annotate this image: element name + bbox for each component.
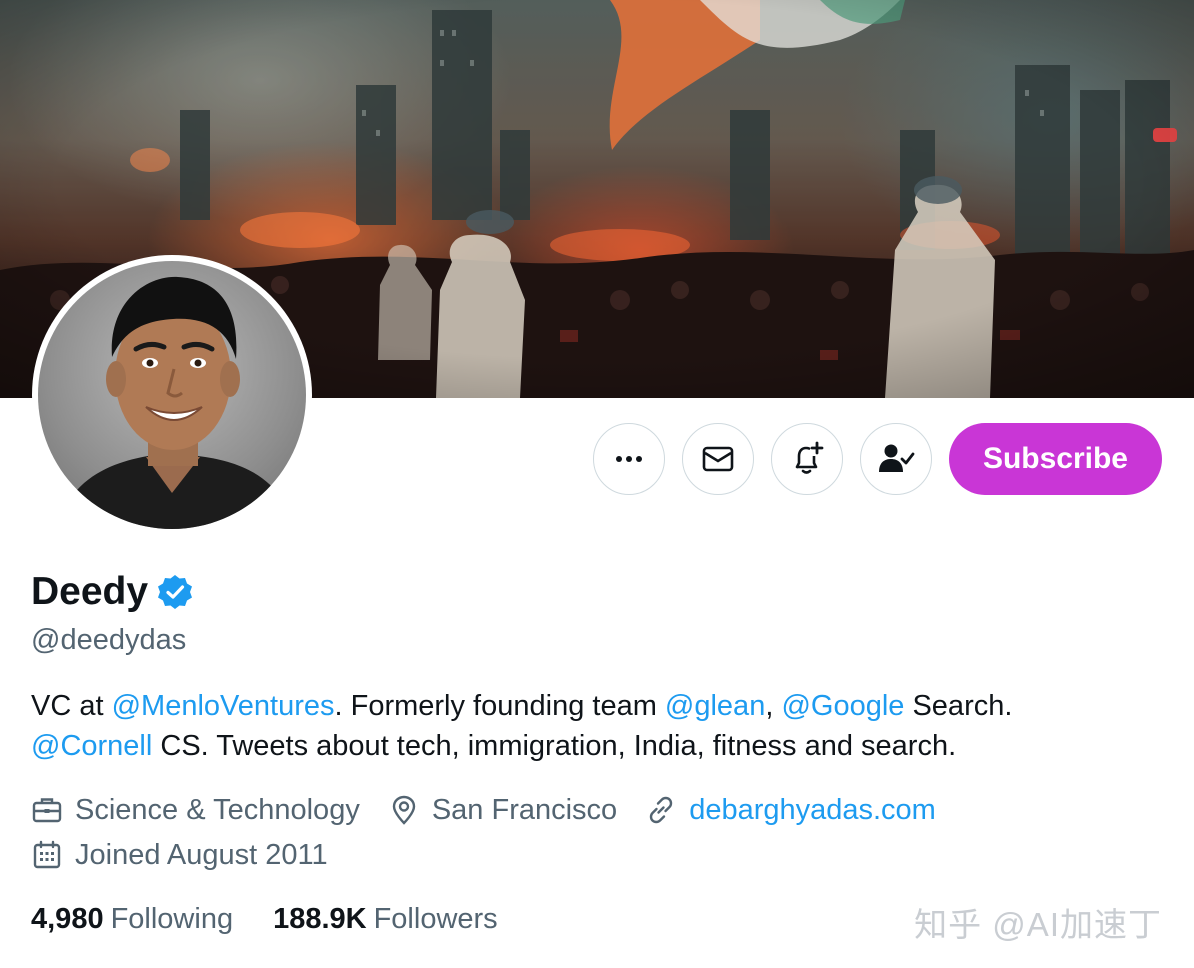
followers-label: Followers [373, 903, 498, 935]
follow-stats: 4,980 Following 188.9K Followers [31, 903, 498, 936]
website-link[interactable]: debarghyadas.com [689, 794, 936, 827]
profile-avatar[interactable] [32, 255, 312, 535]
mention-link[interactable]: @Cornell [31, 730, 152, 762]
category-item: Science & Technology [31, 794, 360, 827]
more-button[interactable] [592, 423, 665, 495]
category-label: Science & Technology [75, 793, 360, 826]
meta-row-1: Science & Technology San Francisco debar… [31, 790, 964, 830]
more-dots-icon [615, 456, 642, 462]
bio-text: , [765, 690, 782, 722]
avatar-photo [38, 261, 306, 529]
name-row: Deedy [31, 570, 194, 614]
website-item[interactable]: debarghyadas.com [645, 794, 936, 827]
bio-line-1: VC at @MenloVentures. Formerly founding … [31, 686, 1151, 726]
verified-badge-icon[interactable] [156, 573, 194, 611]
message-button[interactable] [681, 423, 754, 495]
joined-label: Joined August 2011 [75, 838, 328, 871]
location-item: San Francisco [388, 794, 617, 827]
mention-link[interactable]: @glean [665, 690, 765, 722]
bio-text: . Formerly founding team [334, 690, 665, 722]
link-icon [649, 796, 673, 824]
profile-actions: Subscribe [592, 423, 1162, 495]
handle: @deedydas [31, 624, 187, 656]
joined-item: Joined August 2011 [31, 839, 328, 872]
briefcase-icon [32, 798, 62, 823]
bio-text: VC at [31, 690, 112, 722]
avatar-illustration [58, 276, 293, 529]
bio-line-2: @Cornell CS. Tweets about tech, immigrat… [31, 726, 1151, 766]
bio: VC at @MenloVentures. Formerly founding … [31, 686, 1151, 766]
followers-count: 188.9K [273, 903, 367, 935]
following-label: Following [110, 903, 234, 935]
bio-text: Search. [904, 690, 1013, 722]
bell-plus-icon [795, 441, 824, 474]
profile-meta: Science & Technology San Francisco debar… [31, 790, 964, 880]
envelope-icon [702, 446, 734, 472]
calendar-icon [33, 840, 61, 869]
location-label: San Francisco [431, 793, 618, 826]
subscribe-button[interactable]: Subscribe [948, 423, 1162, 495]
watermark: 知乎 @AI加速丁 [914, 906, 1162, 943]
person-check-icon [878, 444, 915, 472]
mention-link[interactable]: @MenloVentures [112, 690, 335, 722]
display-name: Deedy [31, 570, 149, 613]
following-button[interactable] [859, 423, 932, 495]
bio-text: CS. Tweets about tech, immigration, Indi… [152, 730, 957, 762]
following-count: 4,980 [31, 903, 104, 935]
following-stat[interactable]: 4,980 Following [31, 903, 233, 936]
location-pin-icon [392, 795, 416, 825]
notifications-button[interactable] [770, 423, 843, 495]
meta-row-2: Joined August 2011 [31, 835, 964, 875]
followers-stat[interactable]: 188.9K Followers [273, 903, 498, 936]
mention-link[interactable]: @Google [781, 690, 904, 722]
